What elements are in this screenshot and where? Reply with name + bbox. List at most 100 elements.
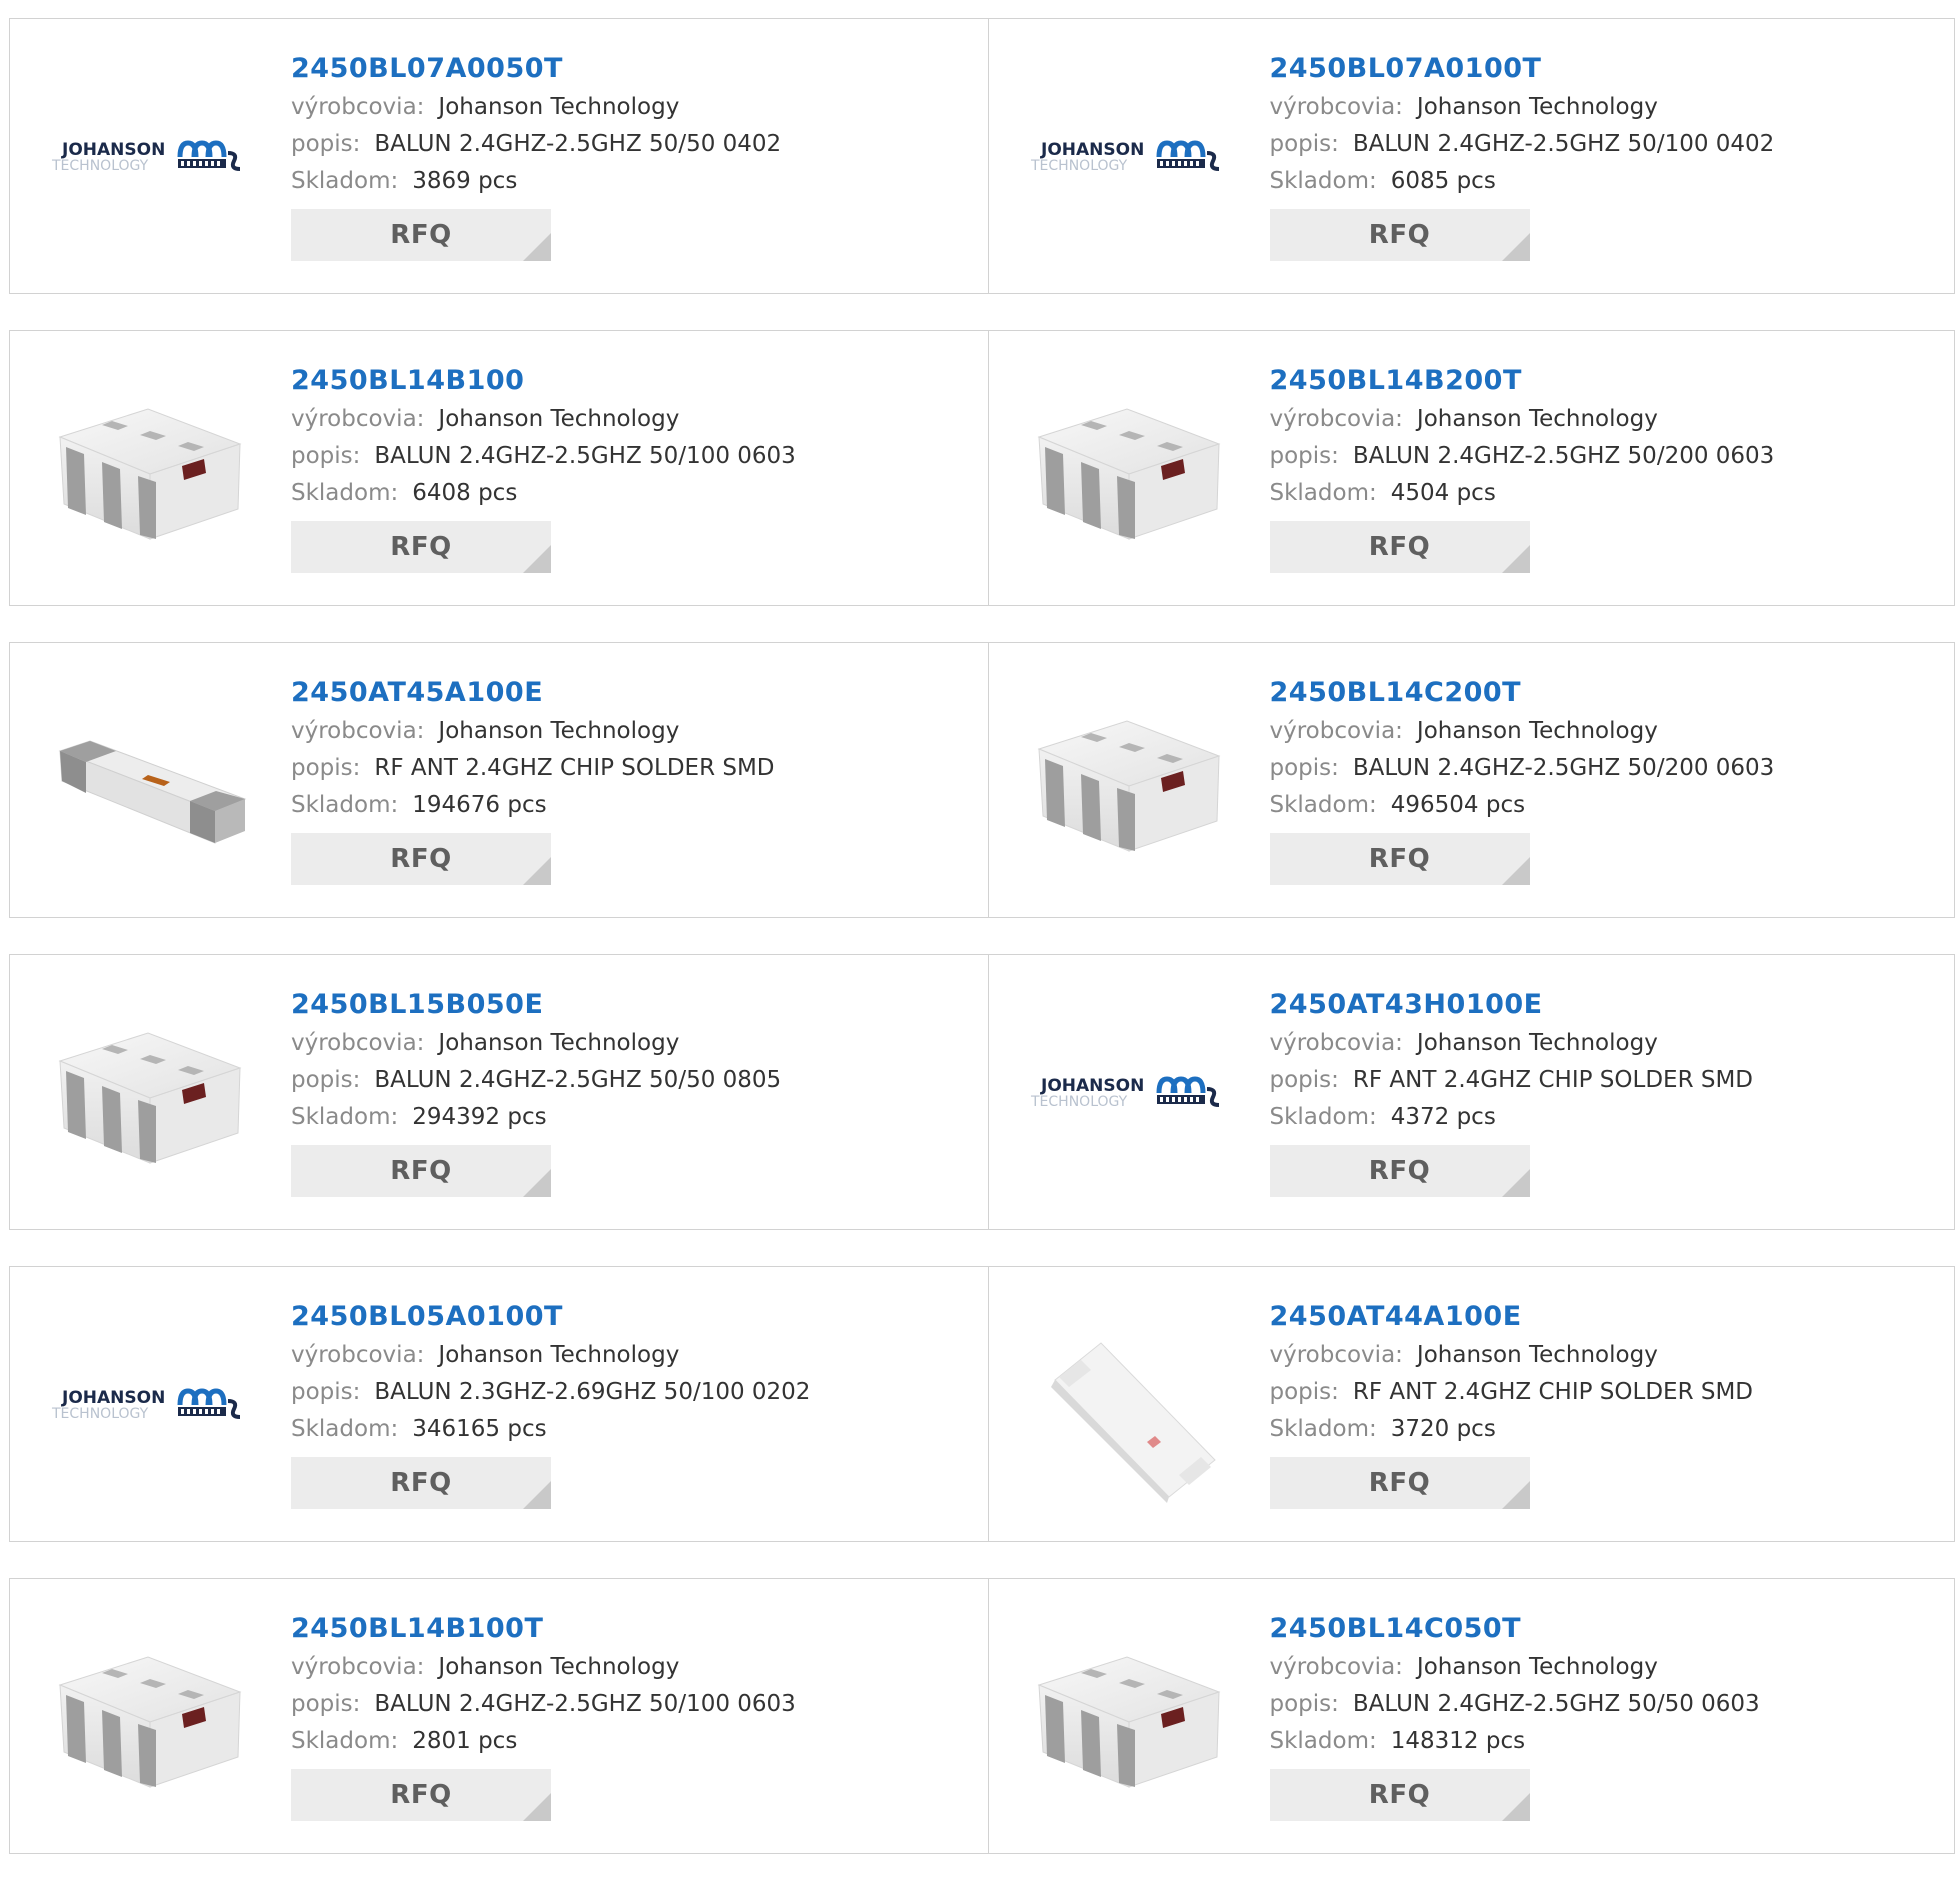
stock-value: 4504 pcs — [1391, 480, 1496, 506]
description-label: popis: — [291, 131, 360, 157]
stock-line: Skladom: 3720 pcs — [1270, 1411, 1754, 1447]
product-image[interactable] — [50, 993, 250, 1193]
rfq-label: RFQ — [390, 1468, 451, 1498]
stock-line: Skladom:346165 pcs — [291, 1411, 810, 1447]
part-number-link[interactable]: 2450BL05A0100T — [291, 1297, 810, 1337]
manufacturer-value: Johanson Technology — [438, 406, 679, 432]
manufacturer-line: výrobcovia:Johanson Technology — [1270, 1337, 1754, 1374]
product-image[interactable] — [50, 1617, 250, 1817]
stock-label: Skladom: — [291, 168, 398, 194]
rfq-button[interactable]: RFQ — [1270, 1145, 1530, 1197]
product-info: 2450BL14C050Tvýrobcovia:Johanson Technol… — [1270, 1609, 1760, 1821]
manufacturer-logo[interactable]: JOHANSON TECHNOLOGY — [1029, 993, 1229, 1193]
corner-triangle-icon — [1502, 233, 1530, 261]
part-number-link[interactable]: 2450BL14B100T — [291, 1609, 796, 1649]
description-label: popis: — [291, 443, 360, 469]
part-number-link[interactable]: 2450BL07A0050T — [291, 49, 781, 89]
stock-label: Skladom: — [1270, 168, 1377, 194]
rfq-button[interactable]: RFQ — [291, 1769, 551, 1821]
product-image[interactable] — [1029, 1305, 1229, 1505]
part-number-link[interactable]: 2450AT45A100E — [291, 673, 775, 713]
stock-line: Skladom:4372 pcs — [1270, 1099, 1754, 1135]
manufacturer-logo[interactable]: JOHANSON TECHNOLOGY — [50, 57, 250, 257]
rfq-label: RFQ — [1369, 1780, 1430, 1810]
description-value: BALUN 2.4GHZ-2.5GHZ 50/200 0603 — [1353, 755, 1774, 781]
product-card: 2450BL15B050Evýrobcovia:Johanson Technol… — [9, 954, 989, 1230]
manufacturer-line: výrobcovia:Johanson Technology — [1270, 1025, 1754, 1062]
stock-label: Skladom: — [1270, 1728, 1377, 1754]
rfq-label: RFQ — [1369, 844, 1430, 874]
corner-triangle-icon — [1502, 545, 1530, 573]
stock-label: Skladom: — [291, 1104, 398, 1130]
rfq-button[interactable]: RFQ — [1270, 521, 1530, 573]
manufacturer-value: Johanson Technology — [438, 1654, 679, 1680]
product-image[interactable] — [1029, 1617, 1229, 1817]
product-card: JOHANSON TECHNOLOGY 2450BL07A0050Tvýrobc… — [9, 18, 989, 294]
description-line: popis:BALUN 2.4GHZ-2.5GHZ 50/50 0805 — [291, 1062, 781, 1099]
product-image[interactable] — [1029, 681, 1229, 881]
corner-triangle-icon — [1502, 1793, 1530, 1821]
stock-label: Skladom: — [1270, 792, 1377, 818]
product-card: JOHANSON TECHNOLOGY 2450AT43H0100Evýrobc… — [989, 954, 1955, 1230]
description-line: popis:BALUN 2.4GHZ-2.5GHZ 50/50 0603 — [1270, 1686, 1760, 1723]
rfq-button[interactable]: RFQ — [291, 1145, 551, 1197]
description-line: popis:BALUN 2.4GHZ-2.5GHZ 50/100 0603 — [291, 438, 796, 475]
part-number-link[interactable]: 2450BL14C200T — [1270, 673, 1775, 713]
part-number-link[interactable]: 2450BL14B200T — [1270, 361, 1775, 401]
logo-text-top: JOHANSON — [61, 140, 165, 160]
logo-text-top: JOHANSON — [1040, 140, 1144, 160]
manufacturer-line: výrobcovia:Johanson Technology — [291, 713, 775, 750]
product-info: 2450BL05A0100Tvýrobcovia:Johanson Techno… — [291, 1297, 810, 1509]
manufacturer-logo[interactable]: JOHANSON TECHNOLOGY — [50, 1305, 250, 1505]
stock-value: 294392 pcs — [412, 1104, 546, 1130]
description-line: popis:BALUN 2.4GHZ-2.5GHZ 50/200 0603 — [1270, 750, 1775, 787]
product-image[interactable] — [50, 369, 250, 569]
logo-text-top: JOHANSON — [1040, 1076, 1144, 1096]
corner-triangle-icon — [523, 857, 551, 885]
manufacturer-label: výrobcovia: — [1270, 1342, 1403, 1368]
part-number-link[interactable]: 2450AT44A100E — [1270, 1297, 1754, 1337]
product-card: 2450BL14B200Tvýrobcovia:Johanson Technol… — [989, 330, 1955, 606]
manufacturer-line: výrobcovia:Johanson Technology — [291, 1025, 781, 1062]
rfq-button[interactable]: RFQ — [1270, 209, 1530, 261]
description-value: BALUN 2.4GHZ-2.5GHZ 50/50 0603 — [1353, 1691, 1760, 1717]
logo-text-bottom: TECHNOLOGY — [1030, 158, 1128, 174]
corner-triangle-icon — [1502, 1481, 1530, 1509]
stock-line: Skladom:2801 pcs — [291, 1723, 796, 1759]
description-value: BALUN 2.4GHZ-2.5GHZ 50/50 0805 — [374, 1067, 781, 1093]
rfq-label: RFQ — [390, 1156, 451, 1186]
stock-line: Skladom:148312 pcs — [1270, 1723, 1760, 1759]
stock-line: Skladom:194676 pcs — [291, 787, 775, 823]
manufacturer-label: výrobcovia: — [1270, 406, 1403, 432]
rfq-button[interactable]: RFQ — [291, 209, 551, 261]
stock-line: Skladom:6085 pcs — [1270, 163, 1775, 199]
product-info: 2450BL07A0050Tvýrobcovia:Johanson Techno… — [291, 49, 781, 261]
part-number-link[interactable]: 2450BL15B050E — [291, 985, 781, 1025]
manufacturer-line: výrobcovia:Johanson Technology — [1270, 713, 1775, 750]
product-image[interactable] — [1029, 369, 1229, 569]
product-card: 2450BL14C200Tvýrobcovia:Johanson Technol… — [989, 642, 1955, 918]
stock-label: Skladom: — [291, 792, 398, 818]
product-card: 2450AT45A100Evýrobcovia:Johanson Technol… — [9, 642, 989, 918]
part-number-link[interactable]: 2450BL14B100 — [291, 361, 796, 401]
part-number-link[interactable]: 2450BL07A0100T — [1270, 49, 1775, 89]
product-image[interactable] — [50, 681, 250, 881]
stock-label: Skladom: — [1270, 1416, 1377, 1442]
part-number-link[interactable]: 2450AT43H0100E — [1270, 985, 1754, 1025]
part-number-link[interactable]: 2450BL14C050T — [1270, 1609, 1760, 1649]
stock-label: Skladom: — [291, 1416, 398, 1442]
manufacturer-value: Johanson Technology — [438, 1030, 679, 1056]
rfq-label: RFQ — [1369, 220, 1430, 250]
description-line: popis:BALUN 2.4GHZ-2.5GHZ 50/100 0603 — [291, 1686, 796, 1723]
manufacturer-logo[interactable]: JOHANSON TECHNOLOGY — [1029, 57, 1229, 257]
rfq-button[interactable]: RFQ — [291, 521, 551, 573]
stock-value: 3720 pcs — [1391, 1416, 1496, 1442]
corner-triangle-icon — [523, 545, 551, 573]
logo-text-bottom: TECHNOLOGY — [1030, 1094, 1128, 1110]
product-card: 2450BL14C050Tvýrobcovia:Johanson Technol… — [989, 1578, 1955, 1854]
rfq-button[interactable]: RFQ — [1270, 833, 1530, 885]
rfq-button[interactable]: RFQ — [1270, 1769, 1530, 1821]
rfq-button[interactable]: RFQ — [1270, 1457, 1530, 1509]
rfq-button[interactable]: RFQ — [291, 1457, 551, 1509]
rfq-button[interactable]: RFQ — [291, 833, 551, 885]
